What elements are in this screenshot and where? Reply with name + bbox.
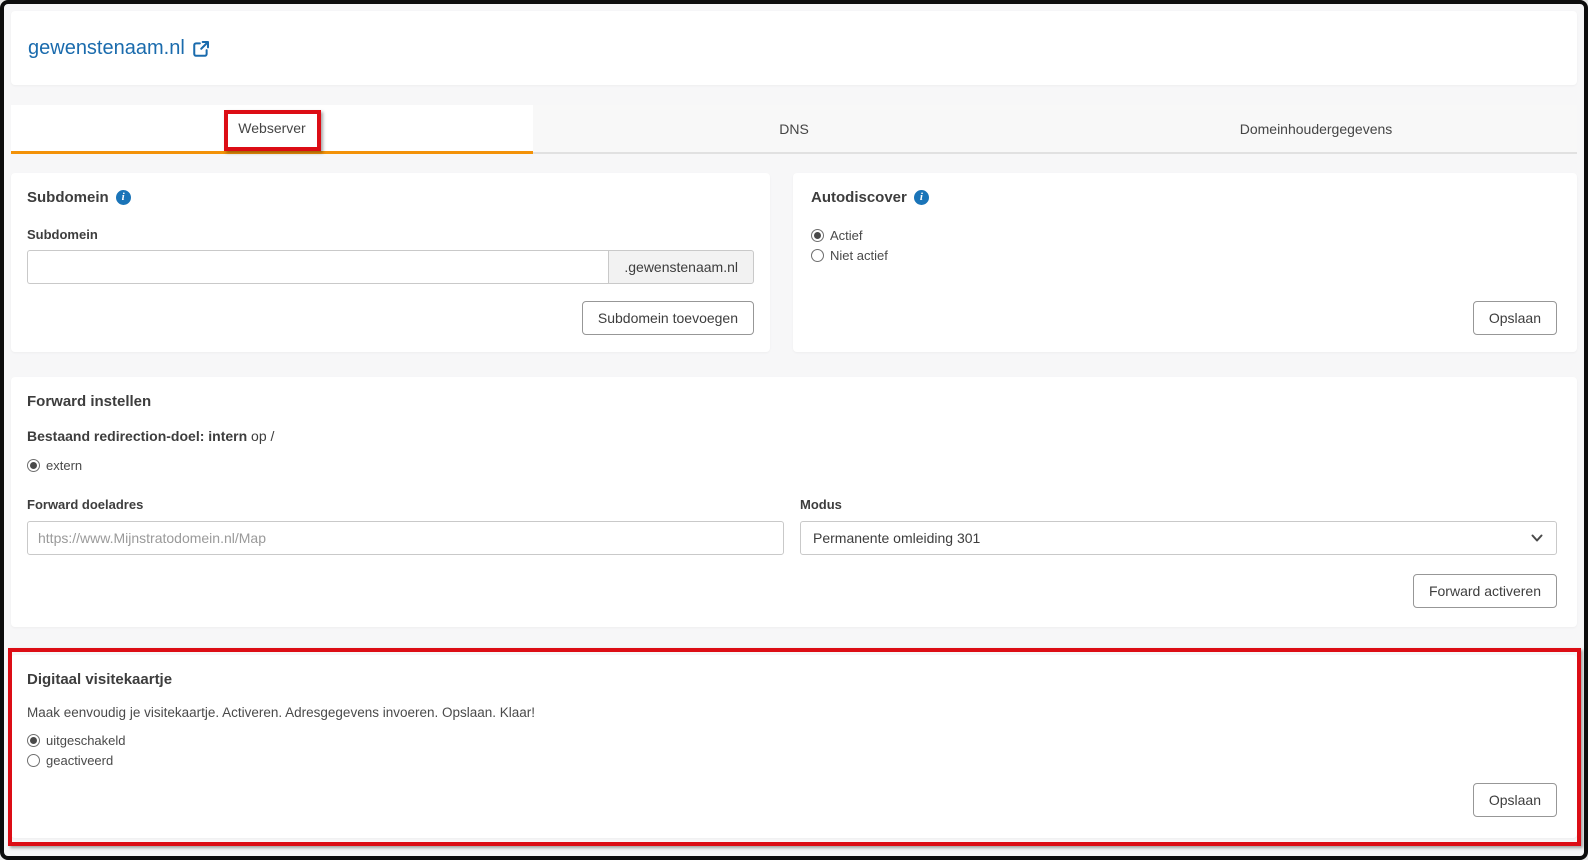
autodiscover-panel: Autodiscover i Actief Niet actief Opslaa…: [793, 173, 1577, 352]
radio-extern[interactable]: extern: [27, 456, 1557, 475]
info-icon[interactable]: i: [116, 190, 131, 205]
visitekaartje-panel: Digitaal visitekaartje Maak eenvoudig je…: [11, 655, 1577, 838]
forward-panel-title: Forward instellen: [27, 393, 151, 410]
radio-icon: [27, 754, 40, 767]
info-icon[interactable]: i: [914, 190, 929, 205]
radio-icon: [27, 459, 40, 472]
add-subdomain-button[interactable]: Subdomein toevoegen: [582, 301, 754, 335]
chevron-down-icon: [1530, 531, 1544, 545]
forward-activate-button[interactable]: Forward activeren: [1413, 574, 1557, 608]
radio-actief-label: Actief: [830, 226, 863, 245]
visitekaartje-radio-group: uitgeschakeld geactiveerd: [27, 731, 1557, 770]
radio-geactiveerd-label: geactiveerd: [46, 751, 113, 770]
forward-mode-label: Modus: [800, 497, 1557, 512]
subdomain-panel-title: Subdomein: [27, 189, 109, 206]
forward-panel: Forward instellen Bestaand redirection-d…: [11, 377, 1577, 627]
autodiscover-panel-title: Autodiscover: [811, 189, 907, 206]
radio-uitgeschakeld[interactable]: uitgeschakeld: [27, 731, 1557, 750]
radio-geactiveerd[interactable]: geactiveerd: [27, 751, 1557, 770]
tab-dns-label: DNS: [779, 121, 809, 137]
forward-target-label: Forward doeladres: [27, 497, 784, 512]
tab-domeinhoudergegevens-label: Domeinhoudergegevens: [1240, 121, 1393, 137]
radio-extern-label: extern: [46, 456, 82, 475]
tab-dns[interactable]: DNS: [533, 105, 1055, 154]
radio-niet-actief-label: Niet actief: [830, 246, 888, 265]
radio-icon: [811, 229, 824, 242]
visitekaartje-description: Maak eenvoudig je visitekaartje. Activer…: [27, 705, 1557, 720]
subdomain-input[interactable]: [27, 250, 608, 284]
radio-uitgeschakeld-label: uitgeschakeld: [46, 731, 126, 750]
tab-domeinhoudergegevens[interactable]: Domeinhoudergegevens: [1055, 105, 1577, 154]
tab-webserver[interactable]: Webserver: [11, 105, 533, 154]
domain-name: gewenstenaam.nl: [28, 37, 185, 60]
subdomain-panel: Subdomein i Subdomein .gewenstenaam.nl S…: [11, 173, 770, 352]
forward-mode-value: Permanente omleiding 301: [813, 530, 980, 546]
forward-mode-select[interactable]: Permanente omleiding 301: [800, 521, 1557, 555]
radio-niet-actief[interactable]: Niet actief: [811, 246, 1557, 265]
forward-target-input[interactable]: [27, 521, 784, 555]
visitekaartje-save-button[interactable]: Opslaan: [1473, 783, 1557, 817]
radio-actief[interactable]: Actief: [811, 226, 1557, 245]
subdomain-field-label: Subdomein: [27, 227, 754, 242]
redirect-status: Bestaand redirection-doel: intern op /: [27, 428, 1557, 444]
subdomain-suffix: .gewenstenaam.nl: [608, 250, 754, 284]
tab-webserver-label: Webserver: [238, 120, 305, 136]
radio-icon: [811, 249, 824, 262]
domain-title-link[interactable]: gewenstenaam.nl: [28, 37, 210, 60]
redirect-status-rest: op /: [251, 428, 274, 444]
radio-icon: [27, 734, 40, 747]
domain-header: gewenstenaam.nl: [11, 11, 1577, 85]
visitekaartje-panel-title: Digitaal visitekaartje: [27, 671, 172, 688]
redirect-status-bold: Bestaand redirection-doel: intern: [27, 428, 247, 444]
autodiscover-radio-group: Actief Niet actief: [811, 226, 1557, 265]
external-link-icon[interactable]: [192, 40, 210, 58]
autodiscover-save-button[interactable]: Opslaan: [1473, 301, 1557, 335]
screenshot-frame: gewenstenaam.nl Webserver DNS Domeinhoud…: [0, 0, 1588, 860]
tab-bar: Webserver DNS Domeinhoudergegevens: [11, 105, 1577, 154]
